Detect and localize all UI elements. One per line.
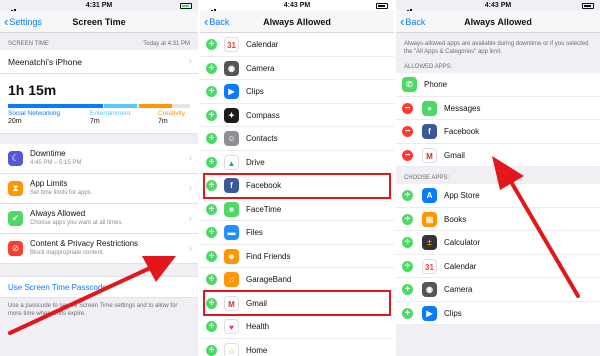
arrow-to-facebook bbox=[492, 156, 580, 298]
arrow-to-always-allowed bbox=[8, 256, 176, 335]
annotation-arrows bbox=[8, 156, 580, 335]
